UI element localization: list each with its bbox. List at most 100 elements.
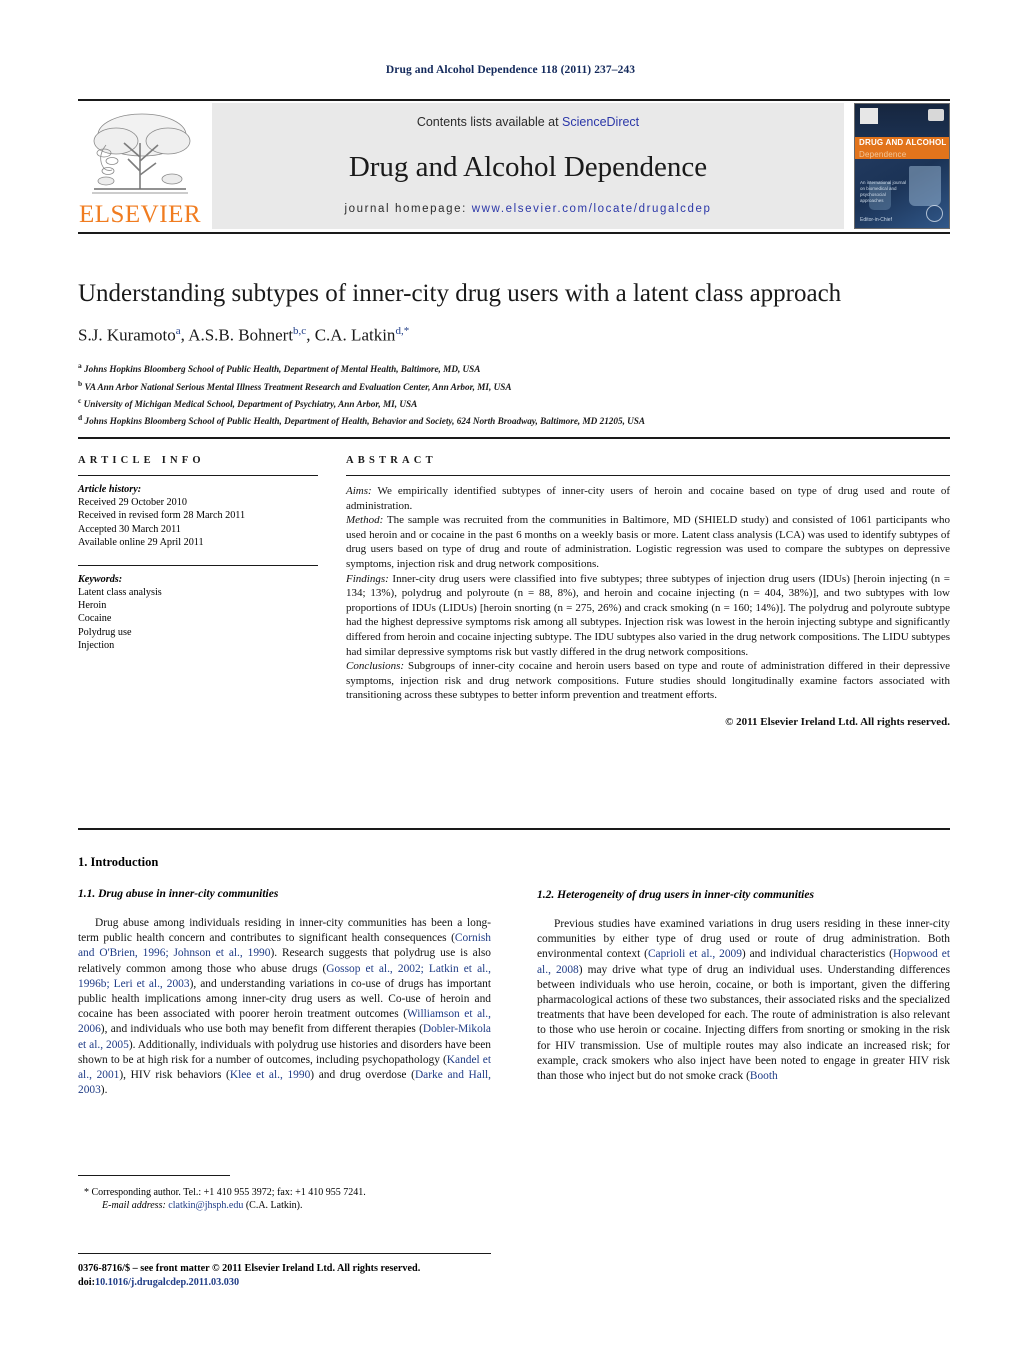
cover-cup-shape	[909, 166, 941, 206]
sciencedirect-link[interactable]: ScienceDirect	[562, 115, 639, 129]
cover-badge-icon	[928, 109, 944, 121]
masthead-bottom-rule	[78, 232, 950, 234]
abstract-conclusions: Conclusions: Subgroups of inner-city coc…	[346, 659, 950, 703]
issn-line: 0376-8716/$ – see front matter © 2011 El…	[78, 1263, 421, 1274]
body-column-gap	[491, 855, 537, 1098]
para-text: ).	[100, 1084, 108, 1097]
right-column-content: 1.2. Heterogeneity of drug users in inne…	[537, 889, 950, 1084]
author-affil-marker[interactable]: a	[176, 325, 181, 337]
article-history-item: Accepted 30 March 2011	[78, 523, 181, 535]
doi-line: doi:10.1016/j.drugalcdep.2011.03.030	[78, 1276, 578, 1290]
author-name: C.A. Latkin	[314, 325, 396, 345]
doi-label: doi:	[78, 1277, 95, 1288]
article-info-heading: ARTICLE INFO	[78, 455, 205, 466]
abstract-method-label: Method:	[346, 514, 384, 527]
affiliation-text: University of Michigan Medical School, D…	[83, 399, 418, 409]
section-heading-introduction: 1. Introduction	[78, 855, 159, 869]
citation-link[interactable]: Caprioli et al., 2009	[648, 948, 742, 960]
journal-band: Contents lists available at ScienceDirec…	[212, 103, 844, 229]
paragraph-1-2: Previous studies have examined variation…	[537, 917, 950, 1084]
abstract-findings: Findings: Inner-city drug users were cla…	[346, 572, 950, 660]
journal-masthead: ELSEVIER Contents lists available at Sci…	[78, 99, 950, 229]
affiliation-marker: c	[78, 395, 82, 405]
keyword-item: Latent class analysis	[78, 586, 162, 598]
keywords-rule	[78, 564, 318, 566]
abstract-findings-label: Findings:	[346, 572, 389, 585]
corresponding-text: Corresponding author. Tel.: +1 410 955 3…	[89, 1187, 366, 1198]
cover-caption: Editor-in-Chief	[860, 217, 892, 223]
keyword-item: Cocaine	[78, 613, 112, 625]
affiliation-marker: b	[78, 378, 83, 388]
homepage-url-link[interactable]: www.elsevier.com/locate/drugalcdep	[472, 203, 712, 215]
page-title: Understanding subtypes of inner-city dru…	[78, 280, 842, 307]
elsevier-wordmark: ELSEVIER	[78, 201, 202, 228]
citation-link[interactable]: Klee et al., 1990	[230, 1069, 310, 1081]
abstract-conclusions-label: Conclusions:	[346, 660, 405, 673]
running-head: Drug and Alcohol Dependence 118 (2011) 2…	[385, 64, 636, 76]
abstract-aims-text: We empirically identified subtypes of in…	[346, 485, 950, 512]
para-text: Drug abuse among individuals residing in…	[78, 917, 491, 945]
doi-link[interactable]: 10.1016/j.drugalcdep.2011.03.030	[95, 1277, 239, 1288]
para-text: ) and individual characteristics (	[741, 948, 893, 961]
affiliation: a Johns Hopkins Bloomberg School of Publ…	[78, 359, 950, 376]
cover-title: DRUG AND ALCOHOL	[859, 138, 947, 147]
para-text: ). Additionally, individuals with polydr…	[78, 1038, 491, 1066]
abstract-aims-label: Aims:	[346, 485, 372, 497]
article-history-item: Received 29 October 2010	[78, 497, 187, 508]
author-name: A.S.B. Bohnert	[188, 325, 294, 345]
abstract-copyright: © 2011 Elsevier Ireland Ltd. All rights …	[725, 715, 950, 728]
article-history-item: Received in revised form 28 March 2011	[78, 510, 246, 522]
author-list: S.J. Kuramotoa, A.S.B. Bohnertb,c, C.A. …	[78, 324, 410, 345]
subsection-heading-1-2: 1.2. Heterogeneity of drug users in inne…	[537, 889, 814, 901]
column-gap	[318, 455, 346, 730]
author-affil-marker[interactable]: d,*	[395, 325, 409, 337]
abstract-column: ABSTRACT Aims: We empirically identified…	[346, 455, 950, 730]
cover-subtitle: Dependence	[859, 150, 907, 159]
abstract-conclusions-text: Subgroups of inner-city cocaine and hero…	[346, 660, 950, 702]
abstract-findings-text: Inner-city drug users were classified in…	[346, 572, 950, 658]
email-note: E-mail address: clatkin@jhsph.edu (C.A. …	[78, 1199, 491, 1212]
affiliation-text: Johns Hopkins Bloomberg School of Public…	[84, 416, 646, 427]
body-left-column: 1. Introduction 1.1. Drug abuse in inner…	[78, 855, 491, 1098]
keyword-item: Polydrug use	[78, 626, 132, 638]
keyword-item: Injection	[78, 640, 115, 652]
contents-prefix: Contents lists available at	[416, 115, 563, 129]
abstract-body: Aims: We empirically identified subtypes…	[346, 484, 950, 730]
subsection-heading-1-1: 1.1. Drug abuse in inner-city communitie…	[78, 888, 279, 900]
keywords-label: Keywords:	[78, 573, 123, 585]
cover-blurb: An international journal on biomedical a…	[860, 180, 907, 203]
email-link[interactable]: clatkin@jhsph.edu	[168, 1200, 243, 1211]
email-owner: (C.A. Latkin).	[243, 1200, 303, 1212]
affiliation: b VA Ann Arbor National Serious Mental I…	[78, 377, 950, 394]
title-block: Understanding subtypes of inner-city dru…	[78, 280, 950, 428]
citation-link[interactable]: Booth	[750, 1070, 778, 1082]
journal-homepage-line: journal homepage: www.elsevier.com/locat…	[344, 203, 711, 215]
para-text: ), HIV risk behaviors (	[119, 1069, 230, 1082]
title-bottom-rule	[78, 437, 950, 439]
article-history-item: Available online 29 April 2011	[78, 537, 204, 549]
article-info-column: ARTICLE INFO Article history: Received 2…	[78, 455, 318, 730]
article-info-rule	[78, 475, 318, 476]
footnote-rule	[78, 1175, 230, 1176]
abstract-rule	[346, 475, 950, 476]
abstract-bottom-rule	[78, 828, 950, 830]
elsevier-logo: ELSEVIER	[78, 103, 202, 229]
affiliation: d Johns Hopkins Bloomberg School of Publ…	[78, 411, 950, 428]
homepage-prefix: journal homepage:	[344, 203, 472, 215]
abstract-method-text: The sample was recruited from the commun…	[346, 514, 950, 570]
para-text: ) may drive what type of drug an individ…	[537, 963, 951, 1083]
author-affil-marker[interactable]: b,c	[293, 325, 306, 337]
journal-article-page: Drug and Alcohol Dependence 118 (2011) 2…	[0, 0, 1021, 1351]
cover-seal-icon	[926, 205, 943, 222]
affiliation: c University of Michigan Medical School,…	[78, 394, 950, 411]
affiliation-marker: d	[78, 413, 83, 423]
contents-lists-line: Contents lists available at ScienceDirec…	[417, 115, 639, 129]
affiliation-marker: a	[78, 361, 82, 371]
journal-title: Drug and Alcohol Dependence	[348, 150, 708, 183]
footnote-block: * Corresponding author. Tel.: +1 410 955…	[78, 1186, 491, 1213]
affiliation-text: VA Ann Arbor National Serious Mental Ill…	[84, 381, 512, 392]
body-right-column: x 1.2. Heterogeneity of drug users in in…	[537, 855, 950, 1098]
email-label: E-mail address:	[102, 1200, 166, 1212]
author-name: S.J. Kuramoto	[78, 325, 176, 345]
journal-cover-thumbnail[interactable]: DRUG AND ALCOHOL Dependence An internati…	[854, 103, 950, 229]
